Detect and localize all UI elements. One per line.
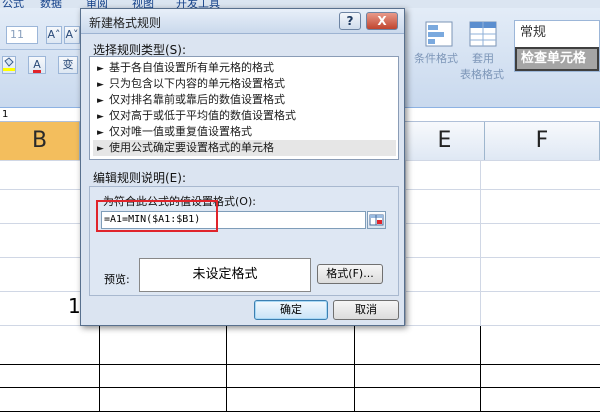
preview-box: 未设定格式	[139, 258, 311, 292]
conditional-format-label[interactable]: 条件格式	[414, 50, 458, 66]
table-format-icon[interactable]	[466, 20, 502, 54]
range-select-icon	[369, 214, 384, 226]
cell-value[interactable]: 1	[68, 294, 81, 318]
ribbon-divider	[0, 49, 82, 50]
format-button[interactable]: 格式(F)...	[317, 264, 383, 284]
column-header-b[interactable]: B	[0, 122, 80, 160]
cancel-button[interactable]: 取消	[333, 300, 399, 320]
rule-type-list[interactable]: ► 基于各自值设置所有单元格的格式 ► 只为包含以下内容的单元格设置格式 ► 仅对排名…	[89, 56, 399, 160]
ribbon-tab-strip: 公式 数据 审阅 视图 开发工具	[0, 0, 600, 8]
font-size-box[interactable]: 11	[6, 26, 38, 44]
triangle-right-icon: ►	[97, 128, 104, 138]
column-header-e[interactable]: E	[405, 122, 485, 160]
triangle-right-icon: ►	[97, 80, 104, 90]
table-format-label-1[interactable]: 套用	[472, 50, 494, 66]
tab-review[interactable]: 审阅	[86, 0, 108, 8]
rule-type-item[interactable]: ► 仅对排名靠前或靠后的数值设置格式	[93, 92, 396, 108]
triangle-right-icon: ►	[97, 96, 104, 106]
tab-view[interactable]: 视图	[132, 0, 154, 8]
annotation-highlight-box	[96, 200, 218, 232]
triangle-right-icon: ►	[97, 144, 104, 154]
tab-developer[interactable]: 开发工具	[176, 0, 220, 8]
rule-type-label: 仅对唯一值或重复值设置格式	[109, 125, 252, 138]
preview-label: 预览:	[104, 273, 130, 286]
style-check-cell[interactable]: 检查单元格	[515, 47, 599, 71]
dialog-title-bar[interactable]: 新建格式规则 ? X	[81, 9, 404, 34]
rule-type-item[interactable]: ► 仅对高于或低于平均值的数值设置格式	[93, 108, 396, 124]
grow-font-button[interactable]: A˄	[46, 26, 62, 44]
conditional-format-icon[interactable]	[422, 20, 458, 54]
new-format-rule-dialog: 新建格式规则 ? X 选择规则类型(S): ► 基于各自值设置所有单元格的格式 ►…	[80, 8, 405, 326]
tab-data[interactable]: 数据	[40, 0, 62, 8]
rule-type-item[interactable]: ► 仅对唯一值或重复值设置格式	[93, 124, 396, 140]
ok-button[interactable]: 确定	[254, 300, 328, 320]
table-format-label-2[interactable]: 表格格式	[460, 66, 504, 82]
rule-type-item-selected[interactable]: ► 使用公式确定要设置格式的单元格	[93, 140, 396, 156]
rule-type-label: 仅对排名靠前或靠后的数值设置格式	[109, 93, 285, 106]
shrink-font-button[interactable]: A˅	[64, 26, 80, 44]
rule-type-label: 仅对高于或低于平均值的数值设置格式	[109, 109, 296, 122]
triangle-right-icon: ►	[97, 112, 104, 122]
rule-type-item[interactable]: ► 基于各自值设置所有单元格的格式	[93, 60, 396, 76]
tab-formulas[interactable]: 公式	[2, 0, 24, 8]
help-button[interactable]: ?	[339, 12, 361, 30]
font-color-icon: A	[33, 58, 41, 73]
font-color-button[interactable]: A	[28, 56, 46, 74]
dialog-title: 新建格式规则	[89, 16, 162, 30]
close-button[interactable]: X	[366, 12, 398, 30]
rule-type-label: 使用公式确定要设置格式的单元格	[109, 141, 274, 154]
column-header-f[interactable]: F	[485, 122, 600, 160]
collapse-dialog-button[interactable]	[367, 211, 386, 229]
edit-rule-description-label: 编辑规则说明(E):	[93, 171, 186, 185]
rule-type-label: 基于各自值设置所有单元格的格式	[109, 61, 274, 74]
triangle-right-icon: ►	[97, 64, 104, 74]
phonetic-button[interactable]: 变	[58, 56, 78, 74]
style-normal[interactable]: 常规	[515, 22, 599, 44]
rule-type-item[interactable]: ► 只为包含以下内容的单元格设置格式	[93, 76, 396, 92]
rule-type-label: 只为包含以下内容的单元格设置格式	[109, 77, 285, 90]
fill-color-icon[interactable]	[2, 56, 16, 74]
